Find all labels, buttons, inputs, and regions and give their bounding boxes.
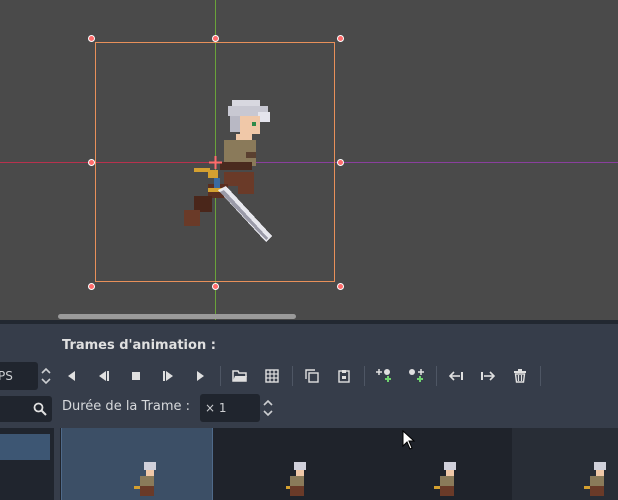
fps-input[interactable]: PS: [0, 362, 38, 390]
fps-spinner-icon[interactable]: [40, 366, 52, 386]
trash-icon: [514, 369, 526, 383]
handle-middle-right[interactable]: [337, 159, 344, 166]
handle-middle-left[interactable]: [88, 159, 95, 166]
play-backwards-from-end-button[interactable]: [92, 364, 116, 388]
handle-bottom-center[interactable]: [212, 283, 219, 290]
move-right-button[interactable]: [476, 364, 500, 388]
frame-sprite: [134, 462, 156, 496]
frame-sprite: [584, 462, 606, 496]
animations-list: [0, 428, 54, 500]
horizontal-scrollbar[interactable]: [58, 314, 296, 319]
mouse-cursor-icon: [402, 430, 416, 450]
sprite-frames-panel: Trames d'animation : PS Durée de la Tram…: [0, 324, 618, 500]
toolbar-separator: [292, 366, 293, 386]
insert-after-icon: [409, 369, 424, 382]
play-backwards-button[interactable]: [60, 364, 84, 388]
animation-filter-input[interactable]: [0, 396, 52, 422]
toolbar-separator: [540, 366, 541, 386]
folder-open-icon: [232, 370, 247, 382]
arrow-right-icon: [481, 371, 496, 381]
frame-sprite: [434, 462, 456, 496]
handle-bottom-right[interactable]: [337, 283, 344, 290]
handle-top-left[interactable]: [88, 35, 95, 42]
move-left-button[interactable]: [444, 364, 468, 388]
toolbar-separator: [364, 366, 365, 386]
grid-icon: [265, 369, 279, 383]
insert-before-button[interactable]: [372, 364, 396, 388]
toolbar-separator: [436, 366, 437, 386]
frame-sprite: [286, 462, 306, 496]
stop-square-icon: [132, 372, 140, 380]
copy-icon: [305, 369, 319, 383]
copy-frame-button[interactable]: [300, 364, 324, 388]
frame-thumbnail[interactable]: [512, 428, 618, 500]
arrow-left-icon: [448, 371, 463, 381]
paste-icon: [338, 370, 350, 383]
list-item[interactable]: [0, 434, 50, 460]
canvas-viewport[interactable]: [0, 0, 618, 320]
insert-before-icon: [376, 369, 391, 382]
delete-frame-button[interactable]: [508, 364, 532, 388]
stop-button[interactable]: [124, 364, 148, 388]
frame-duration-label: Durée de la Trame :: [62, 399, 191, 414]
duration-spinner-icon[interactable]: [262, 398, 274, 418]
origin-crosshair-icon: [209, 156, 222, 169]
handle-top-right[interactable]: [337, 35, 344, 42]
frames-strip: [60, 428, 618, 500]
panel-title: Trames d'animation :: [62, 338, 216, 353]
frame-thumbnail[interactable]: [61, 428, 213, 500]
search-icon: [33, 402, 47, 416]
play-from-start-button[interactable]: [156, 364, 180, 388]
paste-frame-button[interactable]: [332, 364, 356, 388]
play-button[interactable]: [188, 364, 212, 388]
load-spritesheet-button[interactable]: [260, 364, 284, 388]
insert-after-button[interactable]: [404, 364, 428, 388]
toolbar-separator: [220, 366, 221, 386]
triangle-left-icon: [68, 371, 75, 381]
frame-duration-input[interactable]: × 1: [200, 394, 260, 422]
frame-thumbnail[interactable]: [212, 428, 362, 500]
handle-top-center[interactable]: [212, 35, 219, 42]
frame-thumbnail[interactable]: [362, 428, 512, 500]
skip-forward-icon: [163, 371, 173, 381]
triangle-right-icon: [197, 371, 204, 381]
character-sprite[interactable]: [180, 96, 280, 246]
skip-back-icon: [99, 371, 109, 381]
load-frames-button[interactable]: [228, 364, 252, 388]
handle-bottom-left[interactable]: [88, 283, 95, 290]
